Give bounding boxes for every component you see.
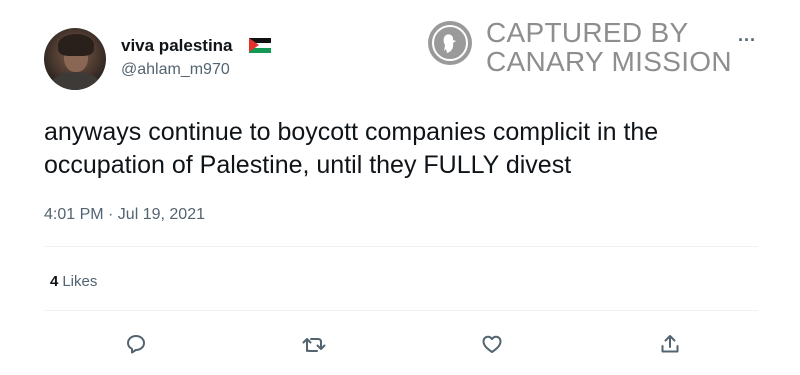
tweet-text: anyways continue to boycott companies co… bbox=[44, 118, 659, 179]
reply-button[interactable] bbox=[122, 330, 150, 358]
watermark-line-2: CANARY MISSION bbox=[486, 46, 732, 77]
watermark-line-1: CAPTURED BY bbox=[486, 17, 689, 48]
share-icon bbox=[661, 335, 679, 353]
user-handle[interactable]: @ahlam_m970 bbox=[121, 61, 230, 79]
palestine-flag-icon bbox=[249, 38, 271, 53]
share-button[interactable] bbox=[656, 330, 684, 358]
avatar-hair bbox=[58, 34, 94, 56]
likes-number: 4 bbox=[50, 273, 59, 290]
retweet-button[interactable] bbox=[300, 330, 328, 358]
divider bbox=[44, 246, 758, 247]
like-button[interactable] bbox=[478, 330, 506, 358]
display-name[interactable]: viva palestina bbox=[121, 36, 233, 56]
more-options-icon[interactable]: ··· bbox=[738, 30, 756, 51]
retweet-icon bbox=[302, 338, 326, 352]
tweet-timestamp[interactable]: 4:01 PM · Jul 19, 2021 bbox=[44, 206, 205, 224]
tweet-card: viva palestina @ahlam_m970 CAPTURED BY C… bbox=[0, 0, 800, 375]
likes-count[interactable]: 4 Likes bbox=[50, 273, 97, 290]
canary-mission-watermark: CAPTURED BY CANARY MISSION bbox=[428, 18, 748, 78]
canary-bird-icon bbox=[428, 21, 472, 65]
avatar[interactable] bbox=[44, 28, 106, 90]
like-icon bbox=[482, 335, 502, 353]
divider bbox=[44, 310, 758, 311]
likes-label: Likes bbox=[62, 273, 98, 290]
avatar-shoulders bbox=[50, 72, 102, 90]
reply-icon bbox=[127, 335, 145, 354]
watermark-text: CAPTURED BY CANARY MISSION bbox=[486, 18, 746, 76]
